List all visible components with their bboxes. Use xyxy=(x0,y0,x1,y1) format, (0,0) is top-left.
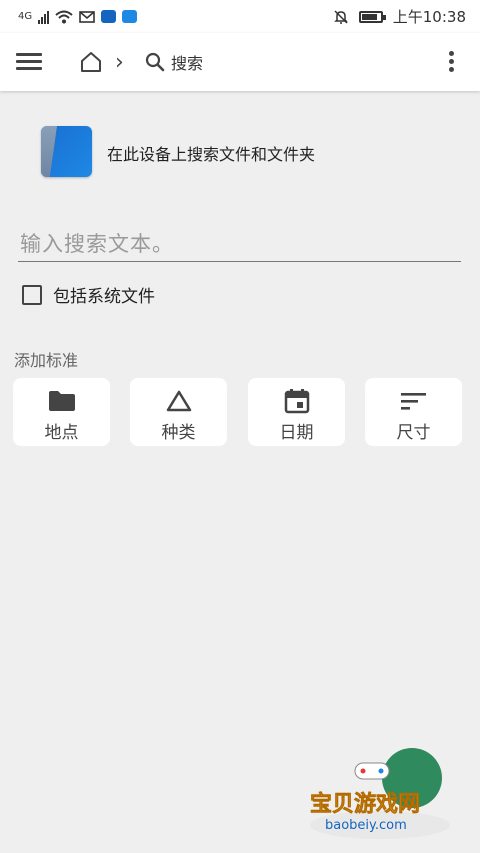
device-storage-icon xyxy=(41,126,92,177)
search-scope-description: 在此设备上搜索文件和文件夹 xyxy=(107,145,316,164)
cloud-app-icon xyxy=(122,10,138,23)
include-system-files-label: 包括系统文件 xyxy=(53,287,155,307)
home-icon[interactable] xyxy=(79,50,103,74)
sort-lines-icon xyxy=(400,393,426,410)
criteria-size-label: 尺寸 xyxy=(396,423,431,443)
criteria-type-button[interactable]: 种类 xyxy=(130,378,227,446)
network-type: 4G xyxy=(18,11,33,22)
wifi-icon xyxy=(55,10,73,23)
search-input[interactable] xyxy=(18,226,461,262)
calendar-icon xyxy=(284,389,309,414)
battery-icon xyxy=(358,10,386,23)
menu-icon[interactable] xyxy=(16,51,42,73)
mail-icon xyxy=(79,10,95,23)
top-toolbar: › 搜索 xyxy=(0,33,480,91)
status-left: 4G xyxy=(18,10,138,24)
shield-app-icon xyxy=(101,10,117,23)
breadcrumb-search[interactable]: 搜索 xyxy=(145,50,203,74)
more-options-icon[interactable] xyxy=(442,49,460,75)
breadcrumb-search-label: 搜索 xyxy=(171,54,204,73)
status-right: 上午10:38 xyxy=(333,6,466,27)
criteria-location-button[interactable]: 地点 xyxy=(13,378,110,446)
include-system-files-row[interactable]: 包括系统文件 xyxy=(22,282,155,307)
bell-muted-icon xyxy=(333,9,348,24)
criteria-date-label: 日期 xyxy=(279,423,314,443)
search-icon xyxy=(145,52,165,72)
criteria-size-button[interactable]: 尺寸 xyxy=(365,378,462,446)
include-system-files-checkbox[interactable] xyxy=(22,284,42,305)
folder-icon xyxy=(48,391,75,411)
status-bar: 4G 上午10:38 xyxy=(0,0,480,33)
add-criteria-title: 添加标准 xyxy=(14,351,79,370)
status-time: 上午10:38 xyxy=(392,8,466,26)
watermark-url: baobeiy.com xyxy=(325,818,407,833)
watermark-logo: 宝贝游戏网 baobeiy.com xyxy=(305,745,455,845)
signal-icon xyxy=(38,10,50,24)
criteria-location-label: 地点 xyxy=(44,423,79,443)
criteria-date-button[interactable]: 日期 xyxy=(248,378,345,446)
watermark-title: 宝贝游戏网 xyxy=(310,791,420,817)
chevron-right-icon: › xyxy=(115,50,124,75)
triangle-icon xyxy=(166,390,191,412)
criteria-type-label: 种类 xyxy=(161,423,196,443)
